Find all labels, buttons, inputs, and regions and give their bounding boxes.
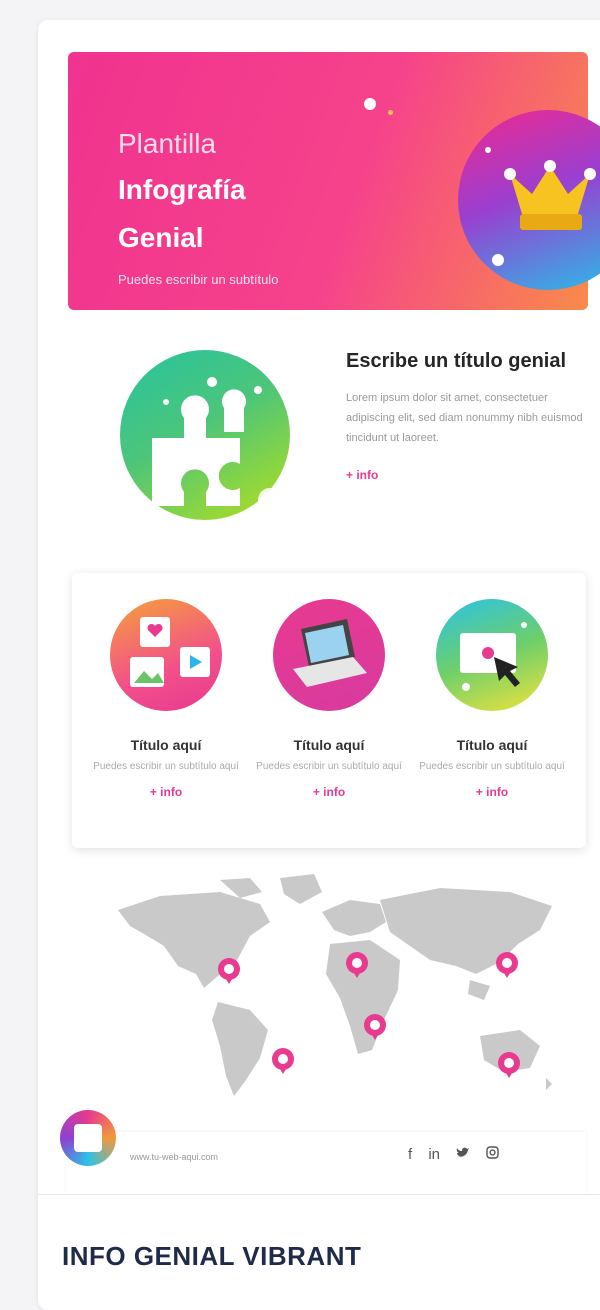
- feature-desc: Puedes escribir un subtítulo aquí: [256, 761, 402, 772]
- crown-icon: [485, 147, 596, 266]
- more-info-link[interactable]: + info: [412, 785, 572, 799]
- feature-desc: Puedes escribir un subtítulo aquí: [93, 761, 239, 772]
- section-heading: Escribe un título genial: [346, 350, 567, 372]
- hero-title-line1: Infografía: [118, 174, 246, 205]
- more-info-link[interactable]: + info: [86, 785, 246, 799]
- crown-illustration: [458, 110, 600, 290]
- facebook-icon[interactable]: f: [408, 1146, 412, 1163]
- infographic-card: Plantilla Infografía Genial Puedes escri…: [38, 20, 600, 1310]
- laptop-illustration: [273, 599, 385, 711]
- footer-bar: [66, 1132, 586, 1194]
- map-pin-icon[interactable]: [496, 952, 518, 978]
- cursor-icon: [460, 622, 527, 691]
- twitter-icon[interactable]: [456, 1146, 474, 1163]
- template-title: INFO GENIAL VIBRANT: [62, 1241, 362, 1271]
- social-links: f in: [408, 1146, 511, 1163]
- map-pin-icon[interactable]: [272, 1048, 294, 1074]
- world-map: [100, 870, 560, 1110]
- hero-title-light: Plantilla: [118, 128, 217, 159]
- more-info-link[interactable]: + info: [249, 785, 409, 799]
- feature-title: Título aquí: [456, 737, 528, 753]
- map-pin-icon[interactable]: [364, 1014, 386, 1040]
- hero-banner: Plantilla Infografía Genial Puedes escri…: [68, 52, 600, 310]
- feature-text-block: Escribe un título genial Lorem ipsum dol…: [346, 348, 596, 484]
- hero-subtitle: Puedes escribir un subtítulo: [118, 272, 279, 287]
- feature-desc: Puedes escribir un subtítulo aquí: [419, 761, 565, 772]
- sparkle-icon: [364, 98, 376, 110]
- feature-item: Título aquí Puedes escribir un subtítulo…: [412, 599, 572, 799]
- puzzle-icon: [152, 377, 282, 512]
- bottom-title-bar: INFO GENIAL VIBRANT: [38, 1194, 600, 1305]
- laptop-icon: [293, 619, 367, 687]
- map-pin-icon[interactable]: [218, 958, 240, 984]
- feature-item: Título aquí Puedes escribir un subtítulo…: [249, 599, 409, 799]
- brand-logo: [60, 1110, 116, 1166]
- click-illustration: [436, 599, 548, 711]
- feature-item: Título aquí Puedes escribir un subtítulo…: [86, 599, 246, 799]
- media-icon: [130, 617, 210, 687]
- world-map-graphic: [118, 874, 552, 1096]
- linkedin-icon[interactable]: in: [428, 1146, 440, 1163]
- hero-title-line2: Genial: [118, 222, 204, 253]
- more-info-link[interactable]: + info: [346, 468, 378, 482]
- map-pin-icon[interactable]: [498, 1052, 520, 1078]
- sparkle-icon: [388, 110, 393, 115]
- feature-title: Título aquí: [293, 737, 365, 753]
- website-url[interactable]: www.tu-web-aqui.com: [130, 1152, 218, 1162]
- puzzle-illustration: [120, 350, 290, 520]
- feature-title: Título aquí: [130, 737, 202, 753]
- media-illustration: [110, 599, 222, 711]
- section-body: Lorem ipsum dolor sit amet, consectetuer…: [346, 392, 583, 444]
- instagram-icon[interactable]: [486, 1146, 500, 1163]
- features-panel: Título aquí Puedes escribir un subtítulo…: [72, 573, 586, 848]
- map-pin-icon[interactable]: [346, 952, 368, 978]
